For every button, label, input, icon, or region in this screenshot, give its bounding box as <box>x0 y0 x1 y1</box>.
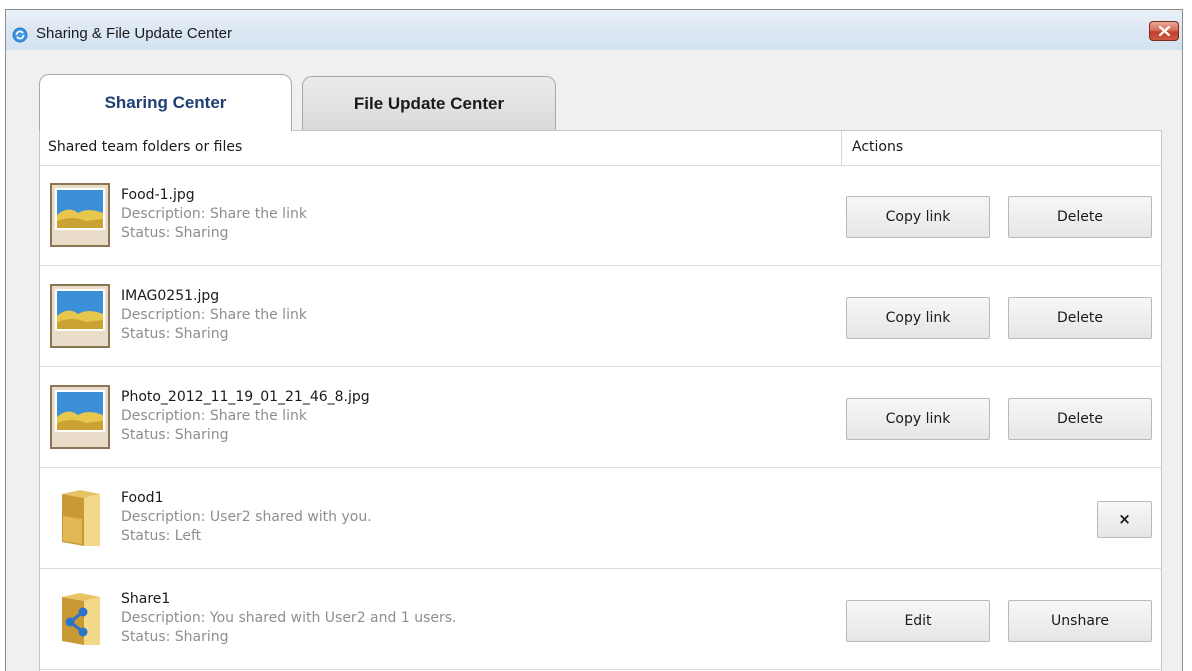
sharing-panel: Shared team folders or files Actions Foo… <box>39 130 1162 671</box>
folder-description: Description: User2 shared with you. <box>121 509 372 525</box>
file-description: Description: Share the link <box>121 206 307 222</box>
folder-description: Description: You shared with User2 and 1… <box>121 610 457 626</box>
table-row[interactable]: IMAG0251.jpg Description: Share the link… <box>40 266 1161 367</box>
folder-name: Share1 <box>121 591 171 607</box>
close-icon <box>1159 26 1170 36</box>
file-status: Status: Sharing <box>121 326 229 342</box>
file-status: Status: Sharing <box>121 225 229 241</box>
shared-folder-icon <box>62 593 100 645</box>
delete-button[interactable]: Delete <box>1008 297 1152 339</box>
table-row[interactable]: Share1 Description: You shared with User… <box>40 569 1161 670</box>
sync-app-icon <box>12 27 28 43</box>
file-name: Photo_2012_11_19_01_21_46_8.jpg <box>121 389 370 405</box>
file-name: Food-1.jpg <box>121 187 195 203</box>
folder-status: Status: Sharing <box>121 629 229 645</box>
table-header: Shared team folders or files Actions <box>40 131 1161 166</box>
file-name: IMAG0251.jpg <box>121 288 220 304</box>
column-divider[interactable] <box>841 131 842 165</box>
column-header-actions: Actions <box>852 139 904 155</box>
column-header-files: Shared team folders or files <box>48 139 243 155</box>
file-description: Description: Share the link <box>121 307 307 323</box>
tab-file-update-center[interactable]: File Update Center <box>302 76 556 131</box>
tab-sharing-center[interactable]: Sharing Center <box>39 74 292 131</box>
window-title: Sharing & File Update Center <box>36 25 232 42</box>
table-row[interactable]: Food-1.jpg Description: Share the link S… <box>40 165 1161 266</box>
remove-button[interactable]: × <box>1097 501 1152 538</box>
delete-button[interactable]: Delete <box>1008 398 1152 440</box>
copy-link-button[interactable]: Copy link <box>846 398 990 440</box>
image-file-icon <box>50 385 110 449</box>
folder-icon <box>62 490 100 546</box>
copy-link-button[interactable]: Copy link <box>846 196 990 238</box>
file-status: Status: Sharing <box>121 427 229 443</box>
file-description: Description: Share the link <box>121 408 307 424</box>
image-file-icon <box>50 284 110 348</box>
edit-button[interactable]: Edit <box>846 600 990 642</box>
delete-button[interactable]: Delete <box>1008 196 1152 238</box>
folder-name: Food1 <box>121 490 164 506</box>
unshare-button[interactable]: Unshare <box>1008 600 1152 642</box>
title-bar[interactable]: Sharing & File Update Center <box>6 10 1182 50</box>
image-file-icon <box>50 183 110 247</box>
table-row[interactable]: Food1 Description: User2 shared with you… <box>40 468 1161 569</box>
folder-status: Status: Left <box>121 528 202 544</box>
table-row[interactable]: Photo_2012_11_19_01_21_46_8.jpg Descript… <box>40 367 1161 468</box>
close-window-button[interactable] <box>1149 21 1179 41</box>
app-window: Sharing & File Update Center Sharing Cen… <box>5 9 1183 671</box>
copy-link-button[interactable]: Copy link <box>846 297 990 339</box>
